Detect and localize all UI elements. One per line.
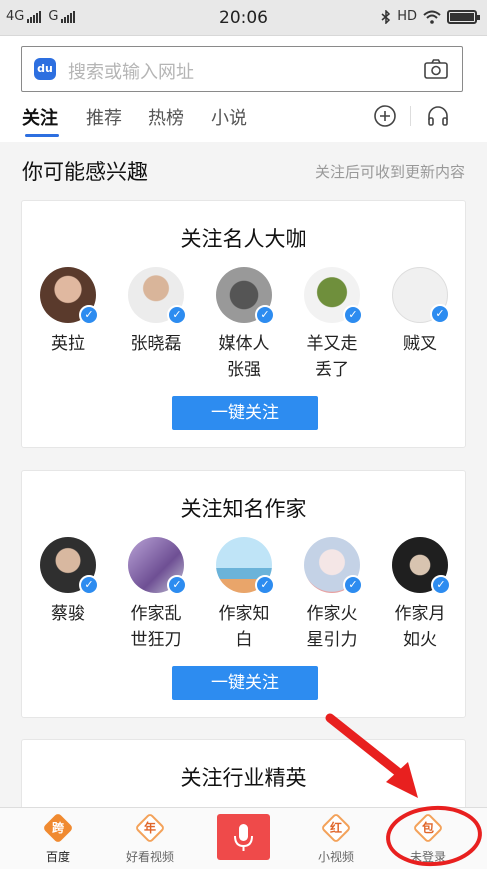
microphone-icon (234, 824, 253, 851)
verified-badge-icon: ✓ (79, 305, 99, 325)
tab-novel[interactable]: 小说 (211, 104, 247, 130)
wifi-icon (423, 10, 441, 24)
avatar: ✓ (304, 267, 363, 325)
baidu-logo-icon: du (34, 58, 56, 80)
avatar: ✓ (40, 537, 99, 595)
add-circle-icon[interactable] (373, 104, 397, 128)
person-name: 蔡骏 (51, 604, 85, 624)
person-name: 作家乱 世狂刀 (130, 604, 182, 650)
person-name: 英拉 (51, 334, 85, 354)
person-name: 羊又走 丢了 (306, 334, 358, 380)
search-placeholder: 搜索或输入网址 (68, 62, 194, 83)
profile-icon: 包 (412, 812, 444, 844)
avatar: ✓ (128, 537, 187, 595)
person-name: 作家月 如火 (394, 604, 446, 650)
tab-divider (410, 106, 411, 126)
status-right: HD (381, 9, 480, 24)
video-icon: 年 (134, 812, 166, 844)
card-title: 关注名人大咖 (180, 227, 307, 251)
follow-all-button[interactable]: 一键关注 (172, 396, 318, 430)
verified-badge-icon: ✓ (255, 305, 275, 325)
verified-badge-icon: ✓ (79, 575, 99, 595)
nav-label: 好看视频 (125, 850, 174, 864)
person-item[interactable]: ✓ 作家乱 世狂刀 (121, 537, 191, 653)
voice-search-button[interactable] (217, 814, 270, 860)
nav-short-video[interactable]: 红 小视频 (296, 812, 376, 865)
avatar: ✓ (216, 267, 275, 325)
feed-title: 你可能感兴趣 (22, 160, 148, 184)
person-item[interactable]: ✓ 贼叉 (385, 267, 455, 357)
feed-area: 你可能感兴趣 关注后可收到更新内容 关注名人大咖 ✓ 英拉 ✓ 张晓磊 ✓ 媒体… (0, 142, 487, 807)
headphones-icon[interactable] (426, 104, 450, 128)
bottom-nav: 跨 百度 年 好看视频 红 小视频 包 未登录 (0, 807, 487, 869)
person-name: 作家火 星引力 (306, 604, 358, 650)
verified-badge-icon: ✓ (167, 305, 187, 325)
avatar: ✓ (392, 267, 450, 324)
verified-badge-icon: ✓ (343, 575, 363, 595)
person-item[interactable]: ✓ 媒体人 张强 (209, 267, 279, 383)
hd-label: HD (397, 9, 417, 24)
person-item[interactable]: ✓ 蔡骏 (33, 537, 103, 627)
verified-badge-icon: ✓ (431, 575, 451, 595)
baidu-home-icon: 跨 (42, 812, 74, 844)
verified-badge-icon: ✓ (255, 575, 275, 595)
person-item[interactable]: ✓ 作家月 如火 (385, 537, 455, 653)
search-input[interactable]: du 搜索或输入网址 (21, 46, 463, 92)
avatar: ✓ (128, 267, 187, 325)
feed-hint: 关注后可收到更新内容 (314, 163, 465, 181)
nav-label: 未登录 (409, 850, 446, 864)
celebrity-card: 关注名人大咖 ✓ 英拉 ✓ 张晓磊 ✓ 媒体人 张强 ✓ 羊又走 丢了 ✓ 贼叉 一… (21, 200, 466, 448)
person-item[interactable]: ✓ 作家知白 (209, 537, 279, 653)
active-tab-indicator (25, 134, 59, 137)
card-title: 关注行业精英 (180, 766, 307, 790)
follow-all-button[interactable]: 一键关注 (172, 666, 318, 700)
person-name: 作家知白 (218, 604, 270, 650)
nav-haokan-video[interactable]: 年 好看视频 (110, 812, 190, 865)
tab-follow[interactable]: 关注 (22, 104, 58, 130)
nav-label: 百度 (45, 850, 70, 864)
battery-icon (447, 9, 480, 24)
person-item[interactable]: ✓ 作家火 星引力 (297, 537, 367, 653)
nav-not-logged-in[interactable]: 包 未登录 (388, 812, 468, 865)
short-video-icon: 红 (320, 812, 352, 844)
tab-hot-list[interactable]: 热榜 (148, 104, 184, 130)
bluetooth-icon (381, 9, 391, 24)
person-name: 张晓磊 (130, 334, 182, 354)
tab-recommend[interactable]: 推荐 (86, 104, 122, 130)
verified-badge-icon: ✓ (167, 575, 187, 595)
status-bar: 4G G 20:06 HD (0, 0, 487, 36)
verified-badge-icon: ✓ (430, 304, 450, 324)
avatar: ✓ (40, 267, 99, 325)
writer-card: 关注知名作家 ✓ 蔡骏 ✓ 作家乱 世狂刀 ✓ 作家知白 ✓ 作家火 星引力 ✓ 作… (21, 470, 466, 718)
nav-baidu[interactable]: 跨 百度 (18, 812, 98, 865)
avatar: ✓ (216, 537, 275, 595)
avatar: ✓ (392, 537, 451, 595)
person-item[interactable]: ✓ 羊又走 丢了 (297, 267, 367, 383)
nav-label: 小视频 (317, 850, 354, 864)
person-item[interactable]: ✓ 张晓磊 (121, 267, 191, 357)
industry-card: 关注行业精英 (21, 739, 466, 807)
avatar: ✓ (304, 537, 363, 595)
person-name: 贼叉 (403, 334, 437, 354)
person-item[interactable]: ✓ 英拉 (33, 267, 103, 357)
camera-icon[interactable] (424, 59, 448, 79)
person-name: 媒体人 张强 (218, 334, 270, 380)
card-title: 关注知名作家 (180, 497, 307, 521)
verified-badge-icon: ✓ (343, 305, 363, 325)
